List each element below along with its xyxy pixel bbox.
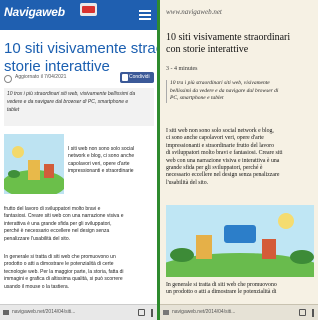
body-line: perché è necessario eccellere nel design… [4,228,110,235]
meta-row: Aggiornato il 7/04/2021 Condividi [4,72,154,84]
intro-line: impressionanti e straordinarie [68,168,134,175]
body-line: In generale si tratta di siti web che pr… [4,254,116,260]
split-screen: Navigaweb 10 siti visivamente straordina… [0,0,318,320]
body-line: di sviluppatori molto bravi e fantasiosi… [166,150,283,157]
body-line: prodotto o atti a dimostrare le potenzia… [4,261,114,268]
hamburger-menu-icon[interactable] [139,10,151,20]
body-line: necessario eccellere nel design senza pe… [166,172,280,179]
body-line: frutto del lavoro di sviluppatori molto … [4,206,101,212]
intro-line: capolavori veri, opere d'arte [68,160,130,167]
title-line: con storie interattive [166,44,249,55]
body-line: ci sono anche capolavori veri, opere d'a… [166,135,264,142]
facebook-share-button[interactable]: Condividi [120,72,154,83]
body-line: interattiva è una grande sfida per gli s… [4,220,112,227]
intro-line: network e blog, ci sono anche [68,153,135,160]
article-summary: 10 tra i più straordinari siti web, visi… [166,80,314,103]
tabs-icon[interactable] [138,309,145,316]
summary-line: 10 trox i più straordinari siti web, vis… [7,91,136,97]
article-thumbnail [4,134,64,194]
article-summary: 10 trox i più straordinari siti web, vis… [4,88,154,126]
title-line: 10 siti visivamente straordinari [166,32,291,43]
body-line: In generale si tratta di siti web che pr… [166,282,277,288]
article-image [166,205,314,277]
read-time: 3 - 4 minutes [166,66,198,72]
home-icon[interactable] [163,310,169,315]
overflow-menu-icon[interactable] [312,309,314,317]
facebook-label: Condividi [129,74,150,80]
body-paragraph-1: I siti web non sono solo social network … [166,128,316,187]
body-line: penalizzare l'usabilità del sito. [4,235,70,242]
body-line: usando il mouse o la tastiera. [4,283,70,290]
overflow-menu-icon[interactable] [151,309,153,317]
body-paragraph-1: frutto del lavoro di sviluppatori molto … [4,206,154,243]
body-paragraph-2: In generale si tratta di siti web che pr… [166,282,316,297]
tabs-icon[interactable] [299,309,306,316]
body-line: tecnologie web. Per la maggior parte, la… [4,268,124,275]
body-paragraph-2: In generale si tratta di siti web che pr… [4,254,154,291]
site-logo[interactable]: Navigaweb [4,5,65,19]
body-line: web con una narrazione visiva e interatt… [166,157,280,164]
summary-line: vedere e da navigare dal browser di PC, … [7,99,129,105]
article-title: 10 siti visivamente straordinari con sto… [166,32,316,56]
summary-line: tablet [7,107,20,113]
body-line: fantasiosi. Creare siti web con una narr… [4,213,124,220]
body-line: immagini e grafica di altissima qualità,… [4,276,123,283]
updated-date: Aggiornato il 7/04/2021 [15,74,67,80]
body-line: grande sfida per gli sviluppatori, perch… [166,165,263,172]
home-icon[interactable] [3,310,9,315]
site-header: Navigaweb [0,0,157,30]
browser-toolbar: navigaweb.net/2014/04/siti... [0,304,157,320]
right-reader-pane[interactable]: www.navigaweb.net 10 siti visivamente st… [160,0,318,320]
clock-icon [4,75,12,83]
body-line: I siti web non sono solo social network … [166,128,274,134]
body-line: un prodotto o atti a dimostrare le poten… [166,289,277,296]
browser-toolbar: navigaweb.net/2014/04/siti... [160,304,318,320]
logo-badge-icon [80,3,97,16]
body-line: l'usabilità del sito. [166,179,209,186]
article-title: 10 siti visivamente straordinari con sto… [4,40,157,76]
url-bar[interactable]: navigaweb.net/2014/04/siti... [172,309,235,315]
title-line: 10 siti visivamente straordinari con [4,40,157,57]
summary-line: 10 tra i più straordinari siti web, visi… [170,80,270,86]
summary-line: PC, smartphone e tablet [170,95,224,101]
intro-paragraph: I siti web non sono solo social network … [68,146,154,176]
site-name: www.navigaweb.net [166,8,222,16]
intro-line: I siti web non sono solo social [68,146,135,152]
summary-line: bellissimi da vedere e da navigare dal b… [170,87,279,94]
url-bar[interactable]: navigaweb.net/2014/04/siti... [12,309,75,315]
facebook-icon [122,74,128,81]
left-browser-pane[interactable]: Navigaweb 10 siti visivamente straordina… [0,0,157,320]
